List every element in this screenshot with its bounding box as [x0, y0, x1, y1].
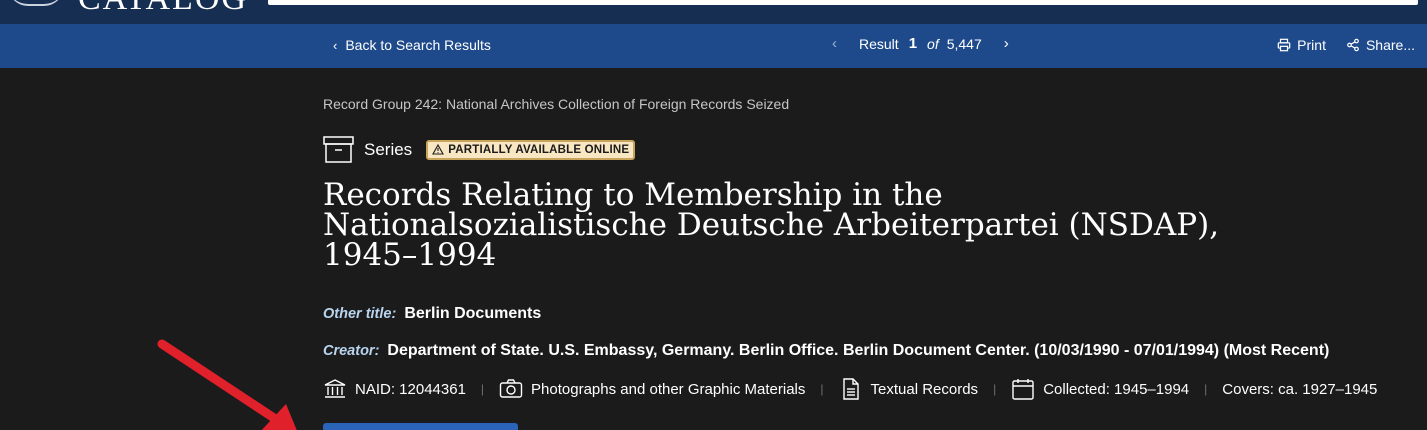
breadcrumb[interactable]: Record Group 242: National Archives Coll…: [323, 96, 789, 112]
photographs-label: Photographs and other Graphic Materials: [531, 380, 806, 398]
record-actions: Print Share...: [1277, 37, 1415, 53]
site-header: CATALOG: [0, 0, 1427, 24]
chevron-left-icon: ‹: [333, 37, 338, 53]
fact-divider: |: [480, 382, 485, 396]
result-current: 1: [908, 35, 918, 52]
print-label: Print: [1297, 37, 1326, 53]
record-facts: NAID: 12044361 | Photographs and other G…: [323, 378, 1377, 400]
primary-action-button[interactable]: [323, 423, 518, 430]
record-level-label: Series: [364, 139, 413, 159]
photographs-fact: Photographs and other Graphic Materials: [499, 378, 805, 400]
availability-badge-text: PARTIALLY AVAILABLE ONLINE: [448, 143, 630, 156]
collected-fact: Collected: 1945–1994: [1011, 378, 1189, 400]
share-label: Share...: [1365, 37, 1415, 53]
result-total: 5,447: [946, 35, 982, 52]
site-logo-text[interactable]: CATALOG: [78, 0, 248, 18]
warning-icon: [432, 144, 445, 155]
share-button[interactable]: Share...: [1346, 37, 1415, 53]
record-level-row: Series PARTIALLY AVAILABLE ONLINE: [323, 136, 636, 163]
archive-box-icon: [323, 136, 354, 163]
naid-value: NAID: 12044361: [355, 380, 466, 398]
page-title: Records Relating to Membership in the Na…: [323, 180, 1323, 273]
search-input[interactable]: [268, 0, 1418, 5]
collected-value: Collected: 1945–1994: [1043, 380, 1190, 398]
camera-icon: [499, 379, 523, 398]
title-line-3: 1945–1994: [323, 237, 497, 273]
back-to-results-link[interactable]: ‹ Back to Search Results: [333, 37, 491, 53]
textual-label: Textual Records: [870, 380, 979, 398]
calendar-icon: [1012, 379, 1034, 400]
print-button[interactable]: Print: [1277, 37, 1326, 53]
creator-row: Creator: Department of State. U.S. Embas…: [323, 342, 1329, 360]
naid-fact: NAID: 12044361: [323, 378, 466, 400]
next-result-button[interactable]: ›: [1004, 35, 1009, 52]
back-to-results-label: Back to Search Results: [345, 37, 491, 53]
fact-divider: |: [993, 382, 997, 396]
creator-link[interactable]: Department of State. U.S. Embassy, Germa…: [387, 342, 1329, 360]
result-of-label: of: [927, 35, 939, 52]
previous-result-button[interactable]: ‹: [832, 35, 837, 52]
other-title-label: Other title:: [323, 306, 397, 322]
creator-label: Creator:: [323, 343, 380, 359]
covers-value: Covers: ca. 1927–1945: [1222, 380, 1378, 398]
textual-fact: Textual Records: [839, 378, 979, 400]
fact-divider: |: [1204, 382, 1208, 396]
logo-seal-icon[interactable]: [8, 0, 64, 6]
availability-badge: PARTIALLY AVAILABLE ONLINE: [426, 139, 636, 160]
result-label: Result: [859, 35, 899, 52]
record-nav-bar: ‹ Back to Search Results ‹ Result 1 of 5…: [0, 24, 1427, 68]
share-icon: [1347, 38, 1359, 52]
result-pager: ‹ Result 1 of 5,447 ›: [832, 35, 1009, 52]
other-title-row: Other title: Berlin Documents: [323, 305, 541, 323]
annotation-arrow-icon: [157, 339, 297, 430]
covers-fact: Covers: ca. 1927–1945: [1222, 381, 1377, 398]
fact-divider: |: [820, 382, 824, 396]
printer-icon: [1277, 38, 1291, 52]
document-icon: [842, 378, 859, 400]
other-title-value: Berlin Documents: [404, 305, 542, 322]
